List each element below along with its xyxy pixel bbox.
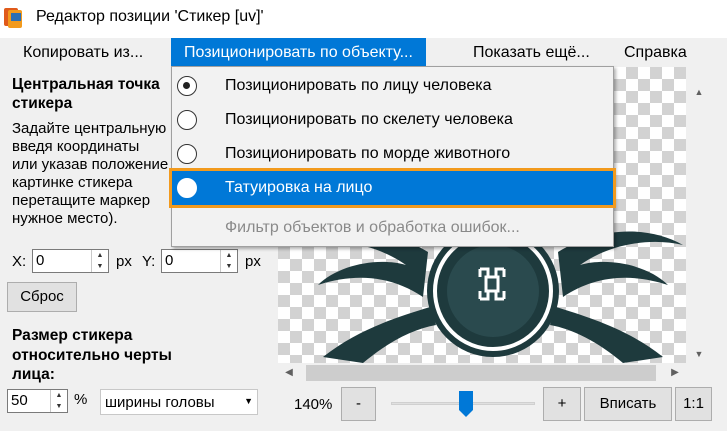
vertical-scrollbar[interactable]: ▲ ▼ <box>686 67 712 363</box>
radio-unchecked-icon <box>177 144 197 164</box>
fit-button[interactable]: Вписать <box>584 387 672 421</box>
menu-help[interactable]: Справка <box>611 38 700 67</box>
radio-unchecked-icon <box>177 178 197 198</box>
scroll-down-icon[interactable]: ▼ <box>686 345 712 363</box>
y-coordinate-field[interactable]: 0 ▲ ▼ <box>161 249 238 273</box>
spin-up-icon[interactable]: ▲ <box>221 250 237 261</box>
size-reference-select[interactable]: ширины головы ▼ <box>100 389 258 415</box>
y-unit: px <box>245 253 261 270</box>
menu-position-by-object[interactable]: Позиционировать по объекту... <box>171 38 426 67</box>
x-label: X: <box>12 253 27 270</box>
scroll-right-icon[interactable]: ▶ <box>666 363 684 383</box>
y-spin-buttons[interactable]: ▲ ▼ <box>220 250 237 272</box>
center-point-heading: Центральная точка стикера <box>12 76 160 112</box>
menu-option-animal[interactable]: Позиционировать по морде животного <box>172 137 613 171</box>
size-percent-field[interactable]: 50 ▲ ▼ <box>7 389 68 413</box>
menu-copy-from[interactable]: Копировать из... <box>10 38 156 67</box>
actual-size-button[interactable]: 1:1 <box>675 387 712 421</box>
spin-down-icon[interactable]: ▼ <box>92 261 108 272</box>
x-unit: px <box>116 253 132 270</box>
menu-option-face-tattoo[interactable]: Татуировка на лицо <box>169 168 616 208</box>
spin-up-icon[interactable]: ▲ <box>92 250 108 261</box>
zoom-level-label: 140% <box>294 396 333 413</box>
radio-checked-icon <box>177 76 197 96</box>
scroll-left-icon[interactable]: ◀ <box>280 363 298 383</box>
menu-option-object-filter: Фильтр объектов и обработка ошибок... <box>225 219 520 236</box>
zoom-slider-thumb[interactable] <box>458 390 474 418</box>
menu-option-skeleton[interactable]: Позиционировать по скелету человека <box>172 103 613 137</box>
menu-option-face[interactable]: Позиционировать по лицу человека <box>172 69 613 103</box>
size-heading: Размер стикера относительно черты лица: <box>12 327 172 383</box>
app-sticker-icon <box>4 8 22 28</box>
position-by-object-menu: Позиционировать по лицу человека Позицио… <box>169 66 616 247</box>
y-label: Y: <box>142 253 156 270</box>
x-spin-buttons[interactable]: ▲ ▼ <box>91 250 108 272</box>
scroll-up-icon[interactable]: ▲ <box>686 83 712 101</box>
size-spin-buttons[interactable]: ▲ ▼ <box>50 390 67 412</box>
chevron-down-icon[interactable]: ▼ <box>244 396 253 406</box>
zoom-out-button[interactable]: - <box>341 387 376 421</box>
menu-bar: Копировать из... Позиционировать по объе… <box>0 38 727 67</box>
menu-show-more[interactable]: Показать ещё... <box>460 38 603 67</box>
reset-button[interactable]: Сброс <box>7 282 77 312</box>
spin-up-icon[interactable]: ▲ <box>51 390 67 401</box>
spin-down-icon[interactable]: ▼ <box>221 261 237 272</box>
radio-unchecked-icon <box>177 110 197 130</box>
x-coordinate-field[interactable]: 0 ▲ ▼ <box>32 249 109 273</box>
spin-down-icon[interactable]: ▼ <box>51 401 67 412</box>
horizontal-scrollbar[interactable]: ◀ ▶ <box>278 363 686 383</box>
title-bar: Редактор позиции 'Стикер [uv]' <box>0 0 727 38</box>
center-point-description: Задайте центральную введя координаты или… <box>12 120 169 227</box>
window-title: Редактор позиции 'Стикер [uv]' <box>36 8 264 25</box>
size-unit: % <box>74 391 88 408</box>
horizontal-scroll-thumb[interactable] <box>306 365 656 381</box>
zoom-in-button[interactable]: + <box>543 387 581 421</box>
